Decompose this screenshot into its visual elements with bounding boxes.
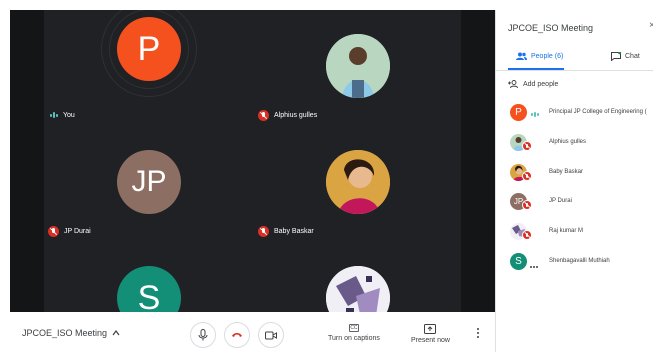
captions-icon: CC [348, 324, 359, 332]
participant-tile-alphius[interactable]: Alphius gulles [254, 10, 461, 126]
participant-row[interactable]: S Shenbagavalli Muthiah [510, 253, 610, 270]
meeting-details-toggle[interactable]: JPCOE_ISO Meeting [22, 328, 120, 338]
avatar-initial: S [137, 278, 161, 313]
close-icon[interactable]: × [649, 20, 653, 31]
speaking-indicator-icon [530, 263, 538, 271]
mic-off-icon [48, 226, 59, 237]
mic-off-badge [522, 200, 532, 210]
captions-button[interactable]: CC Turn on captions [328, 324, 380, 342]
mic-off-icon [522, 200, 532, 210]
participant-name: Baby Baskar [274, 228, 314, 235]
tile-name-label: JP Durai [48, 226, 91, 237]
participant-name: JP Durai [549, 198, 572, 204]
speaking-indicator-icon [531, 110, 539, 118]
add-people-button[interactable]: Add people [508, 80, 558, 88]
present-label: Present now [411, 337, 450, 344]
mic-off-badge [522, 171, 532, 181]
people-icon [516, 52, 527, 60]
add-person-icon [508, 80, 518, 88]
avatar-photo [326, 34, 390, 98]
avatar-photo [326, 266, 390, 312]
participant-name: Baby Baskar [549, 169, 584, 175]
participant-tile-s[interactable]: S [44, 242, 254, 312]
participant-row[interactable]: Raj kumar M [510, 223, 583, 240]
avatar: P [117, 17, 181, 81]
grid-gutter-left [10, 10, 44, 312]
participant-name: Principal JP College of Engineering ( [549, 109, 647, 115]
present-icon [424, 324, 437, 334]
camera-icon [265, 331, 277, 339]
chat-icon [611, 52, 621, 61]
avatar-initial: P [515, 107, 522, 118]
tile-name-label: Baby Baskar [258, 226, 314, 237]
tile-name-label: Alphius gulles [258, 110, 317, 121]
add-people-label: Add people [523, 80, 559, 88]
avatar: S [510, 253, 527, 270]
participant-row[interactable]: Baby Baskar [510, 164, 583, 181]
meeting-title: JPCOE_ISO Meeting [22, 328, 108, 338]
participant-name: Alphius gulles [549, 139, 587, 145]
participant-tile-you[interactable]: P You [44, 10, 254, 126]
person-photo-icon [326, 150, 390, 214]
mic-off-badge [522, 230, 532, 240]
grid-gutter-right [461, 10, 495, 312]
tab-people-label: People (6) [531, 52, 564, 60]
side-panel: JPCOE_ISO Meeting × People (6) Chat [495, 10, 653, 352]
avatar-photo [326, 150, 390, 214]
avatar: P [510, 104, 527, 121]
avatar: S [117, 266, 181, 312]
participant-name: You [63, 111, 75, 119]
mic-off-icon [522, 141, 532, 151]
leave-call-button[interactable] [224, 322, 250, 348]
more-options-icon[interactable] [477, 328, 479, 338]
mic-off-badge [522, 141, 532, 151]
mic-off-icon [522, 230, 532, 240]
participant-name: Alphius gulles [274, 112, 318, 119]
participant-name: Raj kumar M [549, 228, 584, 234]
camera-button[interactable] [258, 322, 284, 348]
chevron-up-icon [112, 330, 120, 336]
tab-divider [496, 70, 653, 71]
participant-row[interactable]: Alphius gulles [510, 134, 586, 151]
person-photo-icon [326, 34, 390, 98]
avatar: JP [117, 150, 181, 214]
avatar-initial: S [515, 256, 522, 267]
mic-off-icon [258, 110, 269, 121]
tab-chat[interactable]: Chat [611, 52, 640, 61]
hang-up-icon [232, 333, 242, 337]
panel-title: JPCOE_ISO Meeting [508, 23, 594, 33]
participant-tile-pattern[interactable] [254, 242, 461, 312]
bottom-control-bar: JPCOE_ISO Meeting CC Turn on captions Pr… [10, 312, 495, 352]
mic-off-icon [522, 171, 532, 181]
participant-name: Shenbagavalli Muthiah [549, 258, 610, 264]
captions-label: Turn on captions [328, 335, 380, 342]
participant-row[interactable]: P Principal JP College of Engineering ( [510, 104, 647, 121]
tab-chat-label: Chat [625, 53, 640, 60]
present-now-button[interactable]: Present now [411, 324, 450, 344]
participant-row[interactable]: JP JP Durai [510, 193, 572, 210]
pattern-avatar-icon [326, 266, 390, 312]
avatar-initial: P [137, 29, 161, 68]
participant-tile-jp-durai[interactable]: JP JP Durai [44, 126, 254, 242]
avatar-initial: JP [131, 165, 167, 198]
mic-off-icon [258, 226, 269, 237]
tile-name-label: You [50, 111, 75, 119]
tab-people[interactable]: People (6) [516, 52, 563, 60]
speaking-indicator-icon [50, 111, 58, 119]
participant-name: JP Durai [64, 228, 91, 235]
meet-window: P You Alphius gulles JP JP Durai Baby Ba… [0, 0, 653, 352]
mic-icon [198, 329, 208, 341]
microphone-button[interactable] [190, 322, 216, 348]
video-grid: P You Alphius gulles JP JP Durai Baby Ba… [10, 10, 495, 312]
participant-tile-baby-baskar[interactable]: Baby Baskar [254, 126, 461, 242]
